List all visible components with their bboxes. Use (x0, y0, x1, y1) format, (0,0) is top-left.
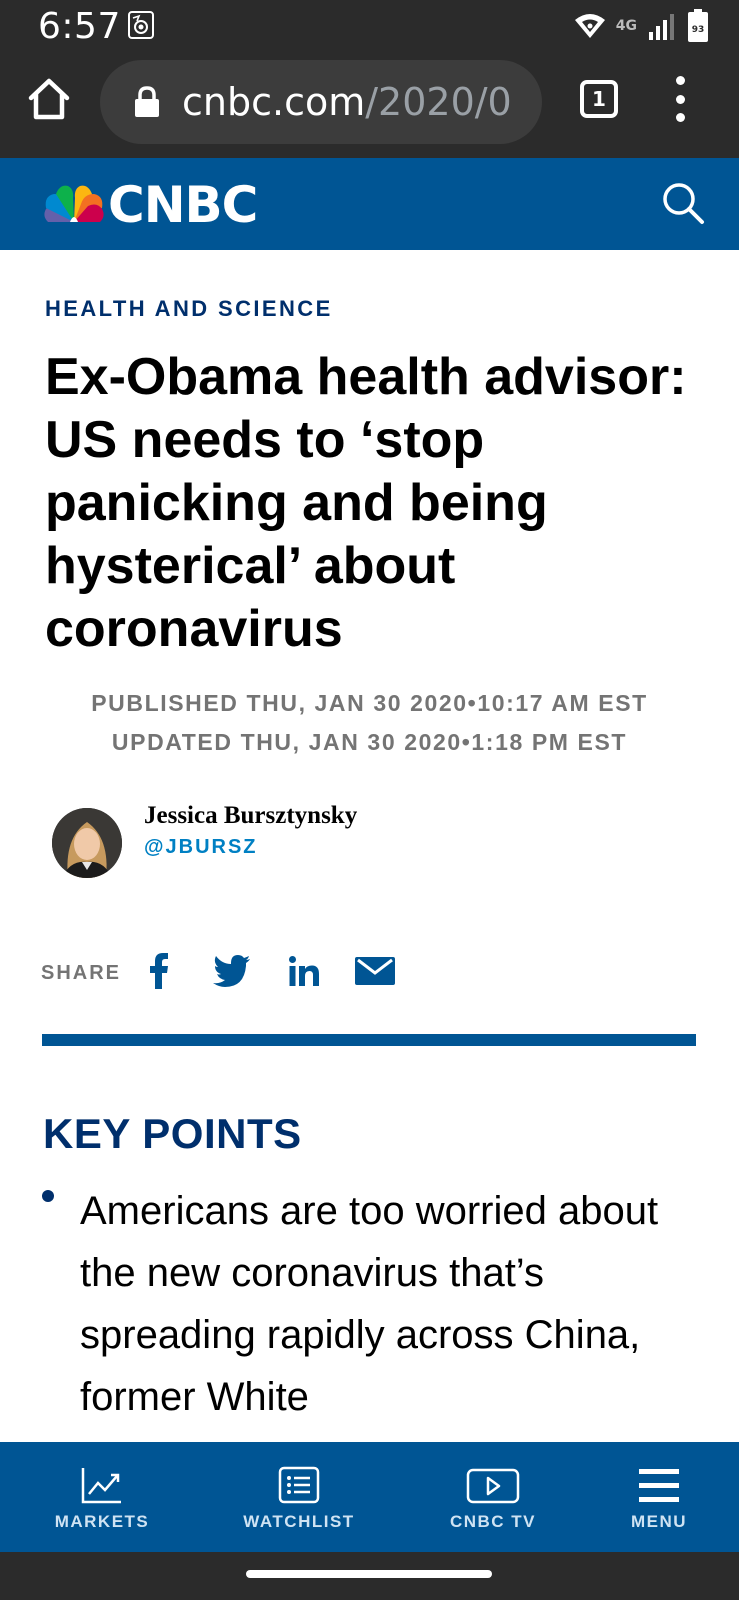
bottom-navigation: MARKETS WATCHLIST CNBC TV MENU (0, 1442, 739, 1552)
nav-label-menu: MENU (630, 1512, 688, 1531)
published-date: PUBLISHED THU, JAN 30 2020•10:17 AM EST (91, 690, 648, 716)
network-type-label: 4G (615, 18, 637, 34)
author-name[interactable]: Jessica Bursztynsky (144, 802, 357, 830)
play-icon (466, 1468, 520, 1504)
status-bar: 6:57 4G 93 (0, 0, 739, 52)
key-points-title: KEY POINTS (43, 1110, 302, 1157)
linkedin-icon (289, 956, 319, 986)
tab-switcher-button[interactable]: 1 (580, 80, 618, 118)
signal-icon (649, 14, 674, 40)
camera-notification-icon (128, 11, 154, 39)
updated-date: UPDATED THU, JAN 30 2020•1:18 PM EST (111, 729, 628, 755)
mail-icon (355, 957, 395, 985)
nav-watchlist[interactable]: WATCHLIST (238, 1442, 360, 1552)
author-twitter-handle[interactable]: @JBURSZ (144, 836, 258, 859)
peacock-logo-icon[interactable] (42, 182, 106, 224)
facebook-share-button[interactable] (144, 950, 174, 992)
linkedin-share-button[interactable] (286, 950, 322, 992)
chart-line-icon (81, 1468, 121, 1504)
wifi-icon (574, 14, 605, 38)
status-time: 6:57 (38, 6, 121, 47)
nav-cnbc-tv[interactable]: CNBC TV (440, 1442, 546, 1552)
url-path: /2020/0 (365, 80, 512, 124)
article-headline: Ex-Obama health advisor: US needs to ‘st… (45, 348, 687, 658)
author-photo (52, 808, 122, 878)
home-gesture-handle[interactable] (246, 1570, 492, 1578)
browser-toolbar: cnbc.com/2020/0 1 (0, 52, 739, 158)
url-text: cnbc.com/2020/0 (182, 80, 512, 124)
twitter-share-button[interactable] (212, 950, 252, 992)
url-domain: cnbc.com (182, 80, 366, 124)
nav-label-cnbc-tv: CNBC TV (449, 1512, 537, 1531)
home-icon[interactable] (26, 76, 72, 122)
address-bar[interactable]: cnbc.com/2020/0 (100, 60, 542, 144)
section-divider (42, 1034, 696, 1046)
share-label: SHARE (41, 962, 122, 984)
hamburger-menu-icon (639, 1469, 679, 1502)
email-share-button[interactable] (354, 950, 396, 992)
twitter-icon (213, 955, 250, 987)
key-point-bullet (42, 1190, 54, 1202)
search-icon[interactable] (660, 180, 706, 226)
facebook-icon (150, 953, 168, 989)
more-options-icon[interactable] (670, 76, 690, 122)
site-header: CNBC (0, 158, 739, 250)
system-gesture-bar (0, 1552, 739, 1600)
battery-level: 93 (692, 25, 705, 35)
nav-markets[interactable]: MARKETS (52, 1442, 152, 1552)
author-avatar[interactable] (52, 808, 122, 878)
key-point-item: Americans are too worried about the new … (80, 1189, 659, 1419)
battery-icon: 93 (688, 9, 708, 42)
status-icons: 4G 93 (574, 8, 709, 44)
cnbc-logo-text[interactable]: CNBC (108, 176, 258, 234)
list-icon (278, 1466, 320, 1504)
nav-label-markets: MARKETS (54, 1512, 150, 1531)
nav-menu[interactable]: MENU (616, 1442, 702, 1552)
nav-label-watchlist: WATCHLIST (243, 1512, 355, 1531)
section-label[interactable]: HEALTH AND SCIENCE (45, 296, 333, 322)
lock-icon (135, 86, 159, 117)
